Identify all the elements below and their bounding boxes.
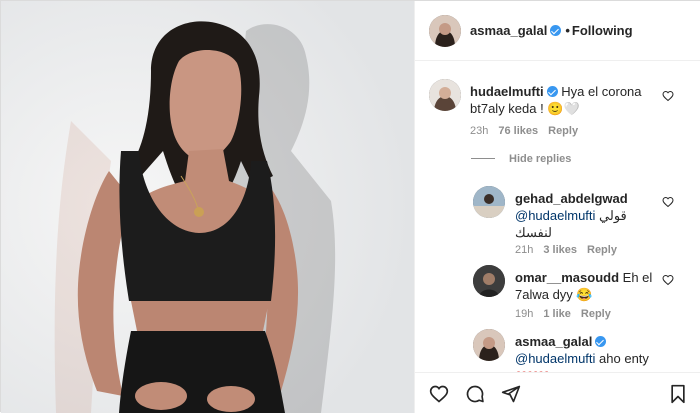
post-side-panel: asmaa_galal • Following hudaelmufti Hya el… bbox=[414, 1, 700, 413]
reply-likes[interactable]: 3 likes bbox=[543, 244, 577, 256]
bookmark-icon[interactable] bbox=[668, 384, 688, 404]
comment-icon[interactable] bbox=[465, 384, 485, 404]
reply-time[interactable]: 21h bbox=[515, 244, 533, 256]
reply-body: gehad_abdelgwad @hudaelmufti قولي لنفسك bbox=[515, 190, 655, 241]
comment-username[interactable]: hudaelmufti bbox=[470, 84, 544, 99]
reply-button[interactable]: Reply bbox=[587, 244, 617, 256]
comment-body: hudaelmufti Hya el corona bt7aly keda ! … bbox=[470, 83, 645, 117]
avatar[interactable] bbox=[429, 15, 461, 47]
avatar[interactable] bbox=[473, 265, 505, 297]
post-actions-bar bbox=[415, 372, 700, 413]
like-reply-heart-icon[interactable] bbox=[662, 274, 674, 286]
reply-meta: 19h 1 like Reply bbox=[515, 308, 621, 320]
reply-text: aho enty bbox=[599, 351, 649, 366]
mention-link[interactable]: @hudaelmufti bbox=[515, 208, 595, 223]
header-line: asmaa_galal • Following bbox=[470, 23, 633, 38]
post-photo[interactable] bbox=[1, 1, 414, 413]
mention-link[interactable]: @hudaelmufti bbox=[515, 351, 595, 366]
avatar[interactable] bbox=[473, 186, 505, 218]
separator-dot: • bbox=[565, 23, 570, 38]
verified-badge-icon bbox=[595, 336, 607, 347]
divider-line bbox=[471, 158, 495, 159]
reply-button[interactable]: Reply bbox=[581, 308, 611, 320]
share-icon[interactable] bbox=[501, 384, 521, 404]
verified-badge-icon bbox=[550, 25, 562, 36]
hide-replies-toggle[interactable]: Hide replies bbox=[471, 153, 571, 165]
hide-replies-label: Hide replies bbox=[509, 153, 572, 165]
like-reply-heart-icon[interactable] bbox=[662, 196, 674, 208]
reply-username[interactable]: asmaa_galal bbox=[515, 334, 592, 349]
reply-username[interactable]: gehad_abdelgwad bbox=[515, 190, 655, 207]
reply-button[interactable]: Reply bbox=[548, 125, 578, 137]
reply-body: omar__masoudd Eh el 7alwa dyy 😂 bbox=[515, 269, 655, 303]
heart-icon[interactable] bbox=[429, 384, 449, 404]
comment-meta: 23h 76 likes Reply bbox=[470, 125, 588, 137]
reply-username[interactable]: omar__masoudd bbox=[515, 270, 619, 285]
author-username[interactable]: asmaa_galal bbox=[470, 23, 547, 38]
portrait-image bbox=[1, 1, 414, 413]
avatar[interactable] bbox=[473, 329, 505, 361]
comments-list[interactable]: hudaelmufti Hya el corona bt7aly keda ! … bbox=[415, 62, 700, 372]
like-comment-heart-icon[interactable] bbox=[662, 90, 674, 102]
reply-likes[interactable]: 1 like bbox=[543, 308, 571, 320]
reply-meta: 21h 3 likes Reply bbox=[515, 244, 627, 256]
post-header: asmaa_galal • Following bbox=[415, 1, 700, 61]
comment-time[interactable]: 23h bbox=[470, 125, 488, 137]
avatar[interactable] bbox=[429, 79, 461, 111]
reply-body: asmaa_galal @hudaelmufti aho enty ❤️❤️❤️ bbox=[515, 333, 655, 372]
verified-badge-icon bbox=[546, 86, 558, 97]
reply-time[interactable]: 19h bbox=[515, 308, 533, 320]
post-modal: asmaa_galal • Following hudaelmufti Hya el… bbox=[0, 0, 700, 413]
comment-likes[interactable]: 76 likes bbox=[498, 125, 538, 137]
following-button[interactable]: Following bbox=[572, 23, 633, 38]
